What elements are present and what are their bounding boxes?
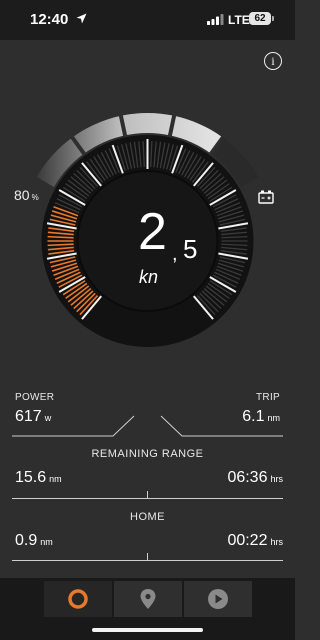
speed-tick-active	[47, 243, 74, 247]
speed-unit: kn	[139, 267, 159, 287]
tab-dashboard[interactable]	[44, 581, 112, 617]
home-time-unit: hrs	[270, 537, 283, 547]
home-time: 00:22	[227, 532, 268, 549]
power-label: POWER	[15, 392, 55, 403]
carrier-label: LTE	[228, 13, 250, 27]
range-time-wrap: 06:36 hrs	[227, 469, 283, 487]
home-indicator	[92, 628, 203, 632]
status-time: 12:40	[30, 11, 69, 28]
divider-chevron	[12, 415, 283, 437]
battery-percent-unit: %	[31, 193, 39, 202]
location-arrow-icon	[76, 13, 87, 24]
home-distance-wrap: 0.9 nm	[15, 532, 53, 550]
range-distance-unit: nm	[49, 474, 62, 484]
battery-percent-label: 80%	[14, 187, 39, 203]
battery-icon	[258, 190, 274, 204]
location-pin-icon	[140, 589, 156, 609]
remaining-range-title: REMAINING RANGE	[91, 448, 204, 460]
battery-icon: 62	[249, 12, 271, 25]
trip-label: TRIP	[256, 392, 280, 403]
home-title: HOME	[130, 511, 165, 523]
range-divider-tick	[147, 491, 148, 499]
tab-play[interactable]	[184, 581, 252, 617]
signal-icon	[207, 14, 224, 25]
speed-decimal-separator: ,	[172, 243, 178, 265]
play-icon	[208, 589, 228, 609]
speed-decimal: 5	[183, 234, 198, 264]
info-icon[interactable]: i	[264, 52, 282, 70]
range-time: 06:36	[227, 469, 268, 486]
tab-map[interactable]	[114, 581, 182, 617]
home-distance: 0.9	[15, 532, 38, 549]
range-time-unit: hrs	[270, 474, 283, 484]
speedometer-ring-icon	[68, 589, 88, 609]
home-time-wrap: 00:22 hrs	[227, 532, 283, 550]
battery-percent-value: 80	[14, 187, 30, 203]
range-distance-wrap: 15.6 nm	[15, 469, 62, 487]
speed-tick-active	[47, 235, 74, 239]
battery-nub	[272, 16, 274, 21]
status-bar: 12:40 LTE 62	[0, 0, 295, 40]
home-divider-tick	[147, 553, 148, 561]
speed-integer: 2	[138, 203, 167, 261]
range-distance: 15.6	[15, 469, 47, 486]
home-distance-unit: nm	[40, 537, 53, 547]
